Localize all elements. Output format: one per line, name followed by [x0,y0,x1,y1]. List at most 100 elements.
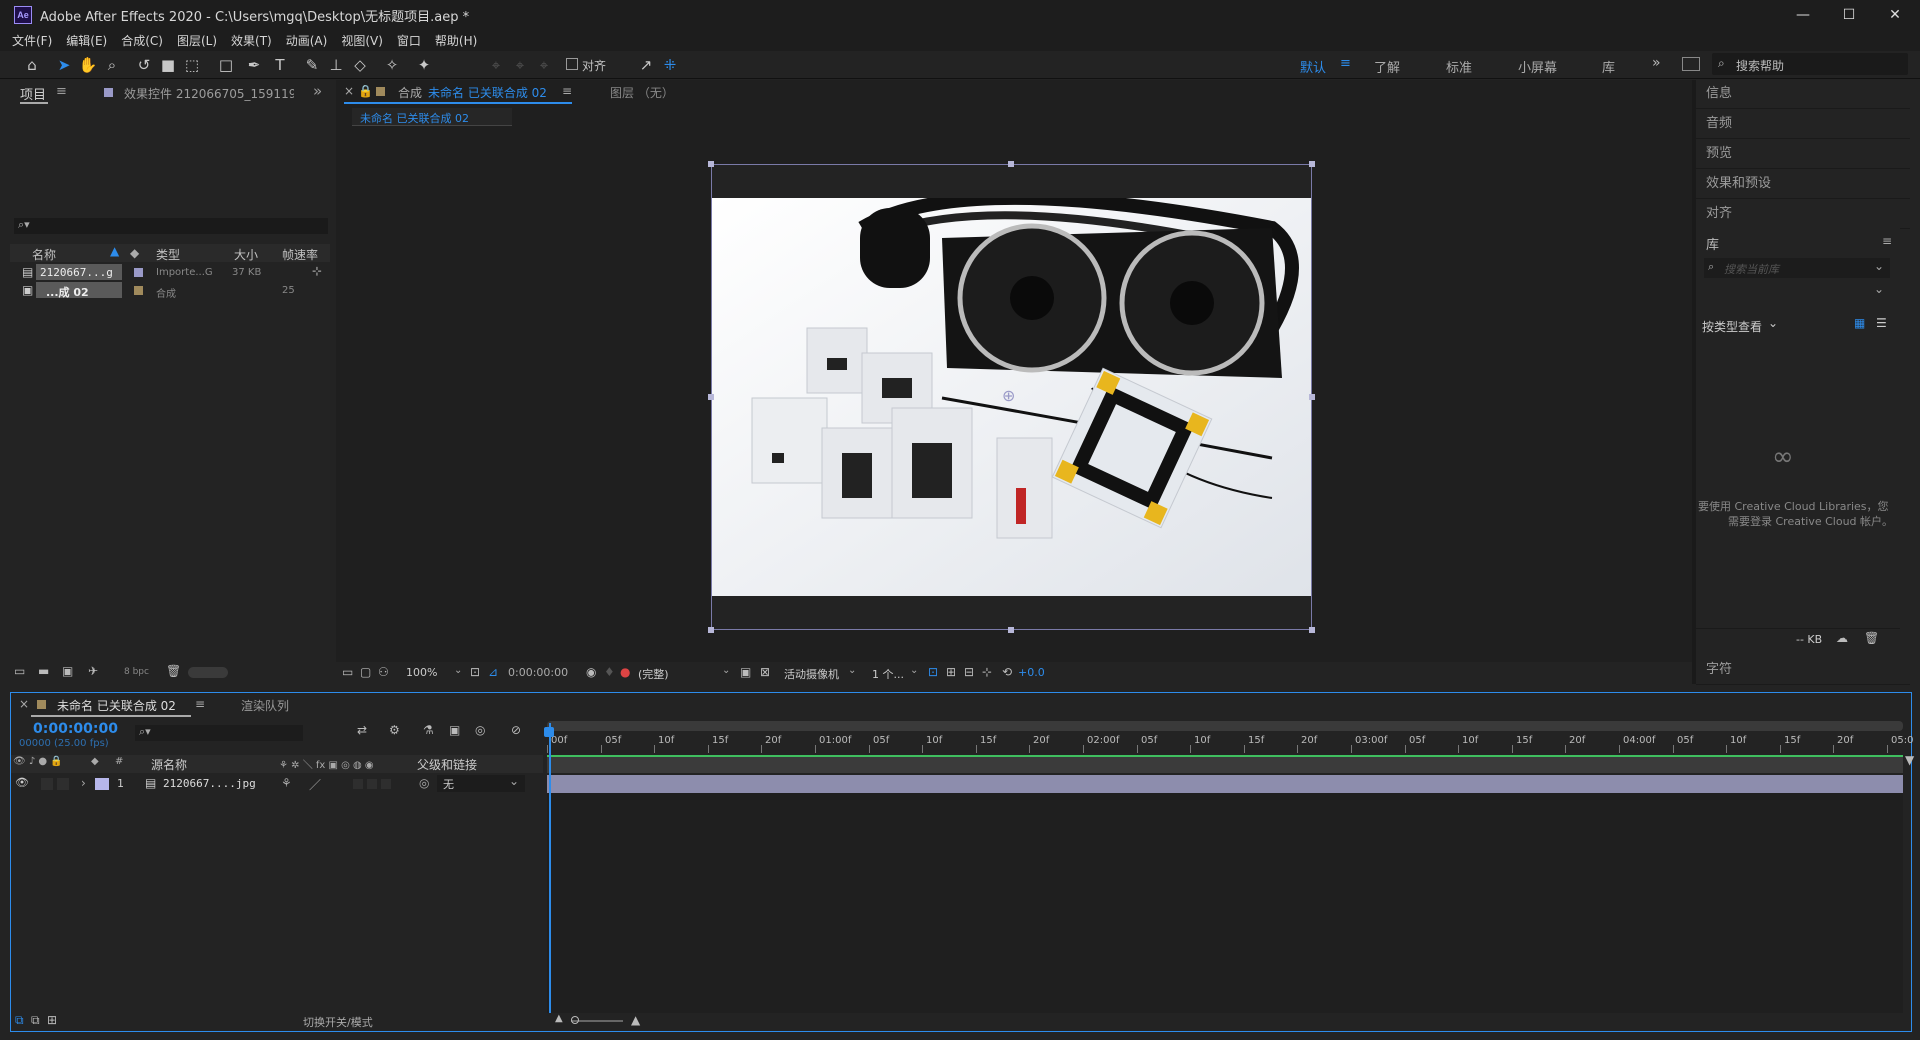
comp-marker-bin-icon[interactable]: ▼ [1905,753,1914,767]
comp-breadcrumb[interactable]: 未命名 已关联合成 02 [352,108,512,126]
fast-preview-icon[interactable]: ⊞ [946,665,956,679]
workspace-libraries[interactable]: 库 [1602,57,1615,76]
playhead[interactable] [549,723,551,1013]
work-area-bar[interactable] [547,721,1903,731]
trash-icon[interactable]: 🗑 [1864,631,1879,645]
info-panel-tab[interactable]: 信息 [1696,80,1910,109]
lock-toggle[interactable] [57,778,69,790]
time-ruler[interactable]: 00f 05f 10f 15f 20f 01:00f 05f 10f 15f 20f 02:00f 0… [547,733,1913,753]
flowchart-icon[interactable]: ⊹ [982,665,992,679]
expand-chevron-icon[interactable]: › [81,776,86,790]
clone-stamp-tool-icon[interactable]: ⊥ [326,55,346,75]
preview-panel-tab[interactable]: 预览 [1696,140,1910,169]
timeline-comp-tab[interactable]: 未命名 已关联合成 02 [57,697,176,714]
menu-view[interactable]: 视图(V) [341,32,383,49]
flowchart-icon[interactable]: ⊹ [312,264,322,278]
region-icon[interactable]: ▣ [740,665,751,679]
transform-handle[interactable] [1008,627,1014,633]
library-select[interactable]: ⌄ [1704,282,1890,300]
thumbnail-slider[interactable] [188,667,228,678]
align-checkbox[interactable] [566,58,578,70]
timeline-search-input[interactable]: ⌕▾ [135,725,303,741]
minimize-button[interactable]: — [1780,0,1826,30]
switch-box[interactable] [367,779,377,789]
zoom-dropdown[interactable]: 100% [406,666,437,679]
parent-pickwhip-icon[interactable]: ◎ [419,776,429,790]
help-search-input[interactable]: 搜索帮助 [1736,57,1784,74]
transform-handle[interactable] [708,161,714,167]
effects-controls-tab[interactable]: 效果控件 212066705_15911991 [124,85,294,102]
maximize-button[interactable]: ☐ [1826,0,1872,30]
type-tool-icon[interactable]: T [270,55,290,75]
library-search-input[interactable]: ⌕ 搜索当前库 ⌄ [1704,258,1890,278]
exposure-value[interactable]: +0.0 [1018,666,1045,679]
workspace-learn[interactable]: 了解 [1374,57,1400,76]
bit-depth-label[interactable]: 8 bpc [124,667,149,677]
camera-tool-icon[interactable]: ■ [158,55,178,75]
audio-panel-tab[interactable]: 音频 [1696,110,1910,139]
brush-tool-icon[interactable]: ✎ [302,55,322,75]
help-search-box[interactable]: ⌕ 搜索帮助 [1712,53,1908,75]
transform-handle[interactable] [1309,394,1315,400]
search-toggle-icon[interactable] [1682,57,1700,71]
col-source-name[interactable]: 源名称 [151,756,187,773]
project-row-comp[interactable]: ▣ ...成 02 合成 25 [10,282,320,300]
draft-3d-icon[interactable]: ⚙ [389,723,400,737]
motion-blur-icon[interactable]: ◎ [475,723,485,737]
render-queue-tab[interactable]: 渲染队列 [241,697,289,714]
transfer-controls-icon[interactable]: ⧉ [31,1013,40,1028]
workspace-small-screen[interactable]: 小屏幕 [1518,57,1557,76]
shy-icon[interactable]: ⚗ [423,723,434,737]
tab-menu-icon[interactable]: ≡ [56,84,67,99]
current-time[interactable]: 0:00:00:00 [508,666,568,679]
views-dropdown[interactable]: 1 个... [872,666,904,682]
switch-box[interactable] [353,779,363,789]
eraser-tool-icon[interactable]: ◇ [350,55,370,75]
close-tab-icon[interactable]: × [19,697,29,711]
rectangle-tool-icon[interactable]: □ [216,55,236,75]
selection-tool-icon[interactable]: ➤ [54,55,74,75]
workspace-standard[interactable]: 标准 [1446,57,1472,76]
anchor-point-icon[interactable]: ⊕ [1002,386,1015,405]
comp-tab-name[interactable]: 未命名 已关联合成 02 [428,84,547,101]
graph-editor-icon[interactable]: ⊘ [511,723,521,737]
show-snapshot-icon[interactable]: ♦ [604,665,615,679]
layer-name[interactable]: 2120667....jpg [163,777,256,790]
character-panel-tab[interactable]: 字符 [1696,656,1910,685]
trash-icon[interactable]: 🗑 [166,664,181,678]
channel-icon[interactable]: ● [620,665,630,679]
toggle-switches-modes[interactable]: 切换开关/模式 [303,1014,373,1030]
frame-blend-icon[interactable]: ▣ [449,723,460,737]
effects-presets-tab[interactable]: 效果和预设 [1696,170,1910,199]
puppet-tool-icon[interactable]: ✦ [414,55,434,75]
resolution-dropdown[interactable]: (完整) [638,666,669,682]
camera-dropdown[interactable]: 活动摄像机 [784,666,839,682]
menu-composition[interactable]: 合成(C) [121,32,163,49]
fit-icon[interactable]: ⊡ [470,665,480,679]
comp-mini-flowchart-icon[interactable]: ⇄ [357,723,367,737]
comp-tab-menu-icon[interactable]: ≡ [562,84,572,98]
col-size[interactable]: 大小 [234,246,258,263]
pen-tool-icon[interactable]: ✒ [244,55,264,75]
grid-view-icon[interactable]: ▦ [1854,316,1865,330]
visibility-eye-icon[interactable]: 👁 [15,776,29,789]
col-fps[interactable]: 帧速率 [282,246,318,263]
stretch-icon[interactable]: ⊞ [47,1013,57,1027]
workspace-overflow-icon[interactable]: » [1652,55,1661,71]
new-folder-icon[interactable]: ▬ [38,664,49,678]
workspace-default[interactable]: 默认 [1300,57,1326,76]
snap-icon[interactable]: ↗ [636,55,656,75]
panel-overflow-icon[interactable]: » [313,82,322,100]
interpret-footage-icon[interactable]: ▭ [14,664,25,678]
menu-effect[interactable]: 效果(T) [231,32,272,49]
always-preview-icon[interactable]: ▭ [342,665,353,679]
project-row-footage[interactable]: ▤ 2120667...g Importe...G 37 KB [10,264,320,281]
menu-window[interactable]: 窗口 [397,32,421,49]
layer-switches-icon[interactable]: ⧉ [15,1013,24,1028]
menu-animation[interactable]: 动画(A) [286,32,328,49]
zoom-slider-thumb[interactable] [571,1016,579,1024]
list-view-icon[interactable]: ☰ [1876,316,1887,330]
snap-options-icon[interactable]: ⁜ [660,55,680,75]
panel-menu-icon[interactable]: ≡ [1882,234,1892,248]
col-type[interactable]: 类型 [156,246,180,263]
